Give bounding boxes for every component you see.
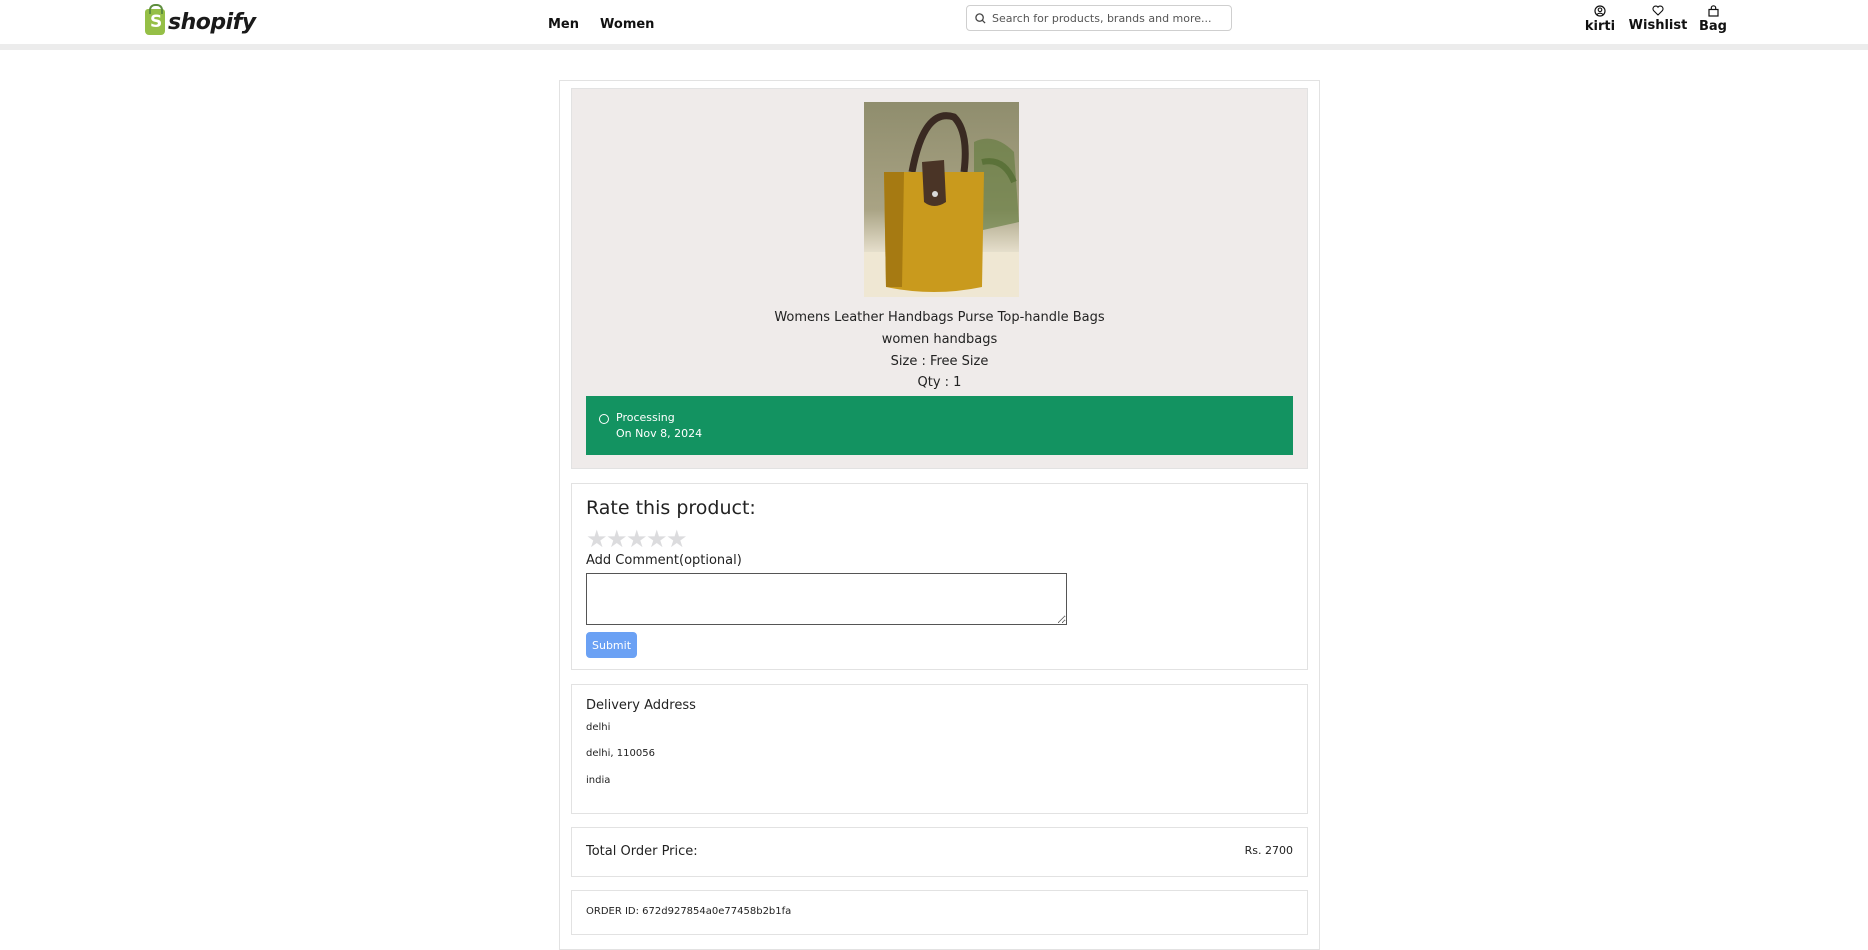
nav-women[interactable]: Women: [600, 17, 654, 32]
status-text: Processing: [616, 411, 675, 424]
search-icon: [975, 12, 986, 24]
profile-label: kirti: [1584, 19, 1616, 34]
heart-icon: [1652, 5, 1664, 16]
order-details-container: Womens Leather Handbags Purse Top-handle…: [559, 80, 1320, 950]
status-date: On Nov 8, 2024: [616, 427, 703, 440]
product-qty: Qty : 1: [917, 375, 962, 390]
user-icon: [1594, 5, 1606, 17]
address-title: Delivery Address: [586, 698, 696, 713]
processing-spinner-icon: [599, 414, 609, 424]
shopify-logo[interactable]: S shopify: [145, 4, 256, 35]
star-rating: ★ ★ ★ ★ ★: [586, 528, 688, 552]
shopping-bag-logo-icon: S: [145, 4, 165, 35]
rating-card: Rate this product: ★ ★ ★ ★ ★ Add Comment…: [571, 483, 1308, 670]
comment-textarea[interactable]: [586, 573, 1067, 625]
handbag-illustration: [864, 112, 1019, 297]
search-bar[interactable]: [966, 5, 1232, 31]
product-size: Size : Free Size: [890, 354, 989, 369]
total-label: Total Order Price:: [586, 844, 698, 859]
submit-button[interactable]: Submit: [586, 632, 637, 658]
star-icon-4[interactable]: ★: [646, 528, 668, 552]
delivery-address-card: Delivery Address delhi delhi, 110056 ind…: [571, 684, 1308, 814]
search-input[interactable]: [992, 11, 1222, 25]
star-icon-5[interactable]: ★: [666, 528, 688, 552]
total-price-card: Total Order Price: Rs. 2700: [571, 827, 1308, 877]
star-icon-1[interactable]: ★: [586, 528, 608, 552]
nav-men[interactable]: Men: [548, 17, 579, 32]
profile-button[interactable]: kirti: [1580, 5, 1620, 34]
main-nav: Men Women: [548, 17, 654, 32]
wishlist-button[interactable]: Wishlist: [1629, 5, 1687, 34]
logo-text: shopify: [168, 9, 256, 35]
top-header: S shopify Men Women kirti Wishlist Bag: [0, 0, 1868, 50]
star-icon-2[interactable]: ★: [606, 528, 628, 552]
bag-icon: [1707, 5, 1719, 17]
product-card: Womens Leather Handbags Purse Top-handle…: [571, 88, 1308, 469]
address-line-1: delhi: [586, 722, 611, 733]
header-actions: kirti Wishlist Bag: [1580, 5, 1733, 34]
bag-button[interactable]: Bag: [1693, 5, 1733, 34]
product-image[interactable]: [864, 102, 1019, 297]
address-line-3: india: [586, 775, 611, 786]
order-id-card: ORDER ID: 672d927854a0e77458b2b1fa: [571, 890, 1308, 935]
comment-label: Add Comment(optional): [586, 553, 742, 568]
order-id: ORDER ID: 672d927854a0e77458b2b1fa: [586, 906, 792, 917]
product-name: Womens Leather Handbags Purse Top-handle…: [774, 310, 1105, 325]
star-icon-3[interactable]: ★: [626, 528, 648, 552]
wishlist-label: Wishlist: [1628, 18, 1688, 33]
rating-title: Rate this product:: [586, 497, 756, 519]
address-line-2: delhi, 110056: [586, 748, 655, 759]
order-status-bar: Processing On Nov 8, 2024: [586, 396, 1293, 455]
total-value: Rs. 2700: [1244, 844, 1293, 857]
product-category: women handbags: [881, 332, 998, 347]
bag-label: Bag: [1699, 19, 1727, 34]
